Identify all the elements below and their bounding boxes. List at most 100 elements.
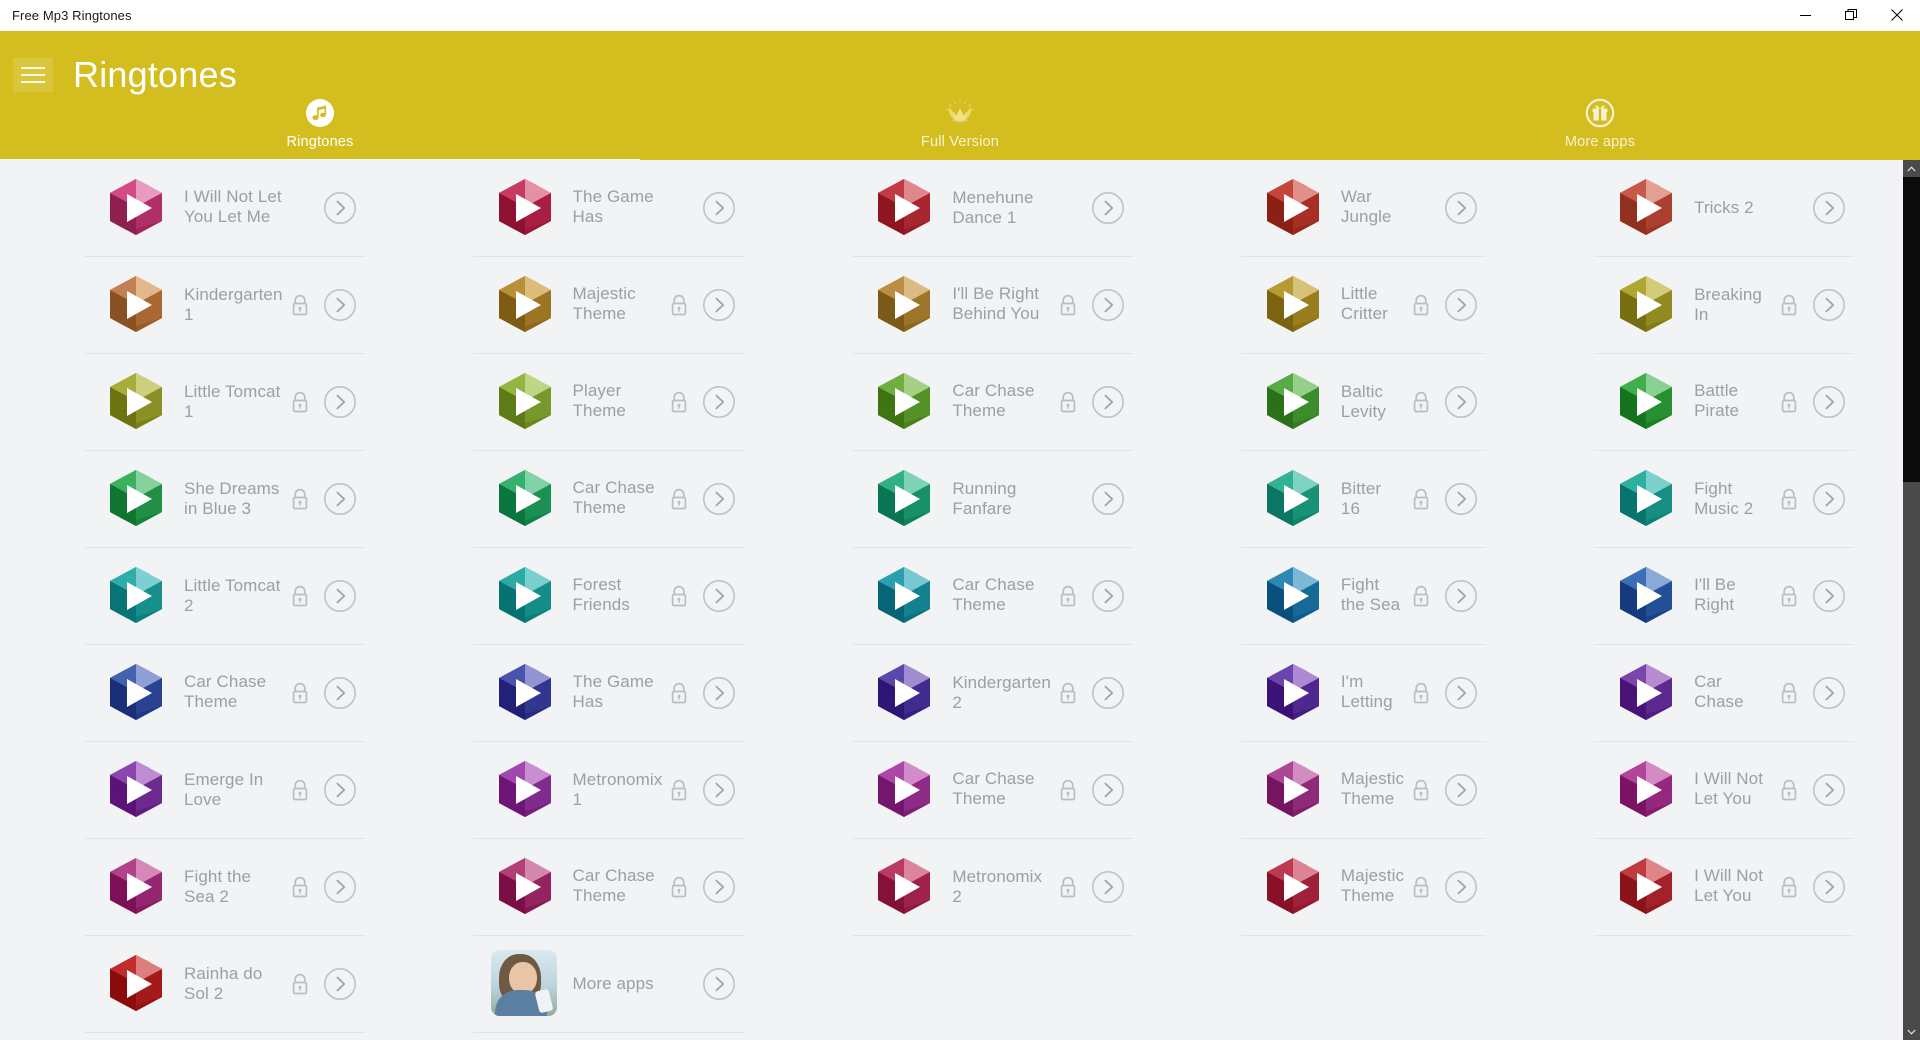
- ringtone-thumbnail[interactable]: [870, 853, 938, 921]
- ringtone-list-item[interactable]: Forest Friends Theme: [472, 548, 745, 645]
- scrollbar-thumb[interactable]: [1903, 177, 1920, 482]
- open-ringtone-button[interactable]: [323, 191, 357, 225]
- open-ringtone-button[interactable]: [1444, 288, 1478, 322]
- ringtone-list-item[interactable]: Running Fanfare: [852, 451, 1133, 548]
- ringtone-list-item[interactable]: Car Chase Theme Music: [84, 645, 365, 742]
- open-ringtone-button[interactable]: [323, 288, 357, 322]
- ringtone-list-item[interactable]: Car Chase Theme Music: [852, 742, 1133, 839]
- ringtone-thumbnail[interactable]: [1612, 756, 1680, 824]
- ringtone-thumbnail[interactable]: [1612, 659, 1680, 727]
- ringtone-thumbnail[interactable]: [1612, 271, 1680, 339]
- ringtone-thumbnail[interactable]: [102, 756, 170, 824]
- ringtone-thumbnail[interactable]: [491, 465, 559, 533]
- open-ringtone-button[interactable]: [323, 676, 357, 710]
- ringtone-thumbnail[interactable]: [1612, 368, 1680, 436]
- ringtone-thumbnail[interactable]: [102, 368, 170, 436]
- ringtone-thumbnail[interactable]: [1259, 756, 1327, 824]
- scrollbar-track[interactable]: [1903, 177, 1920, 1023]
- ringtone-list-item[interactable]: Fight the Sea 1: [1240, 548, 1487, 645]
- ringtone-list-item[interactable]: Majestic Theme Mus: [1240, 839, 1487, 936]
- tab-ringtones[interactable]: Ringtones: [0, 96, 640, 163]
- ringtone-thumbnail[interactable]: [870, 756, 938, 824]
- open-ringtone-button[interactable]: [323, 773, 357, 807]
- ringtone-thumbnail[interactable]: [491, 368, 559, 436]
- ringtone-list-item[interactable]: The Game Has Changed 2: [472, 645, 745, 742]
- open-ringtone-button[interactable]: [702, 482, 736, 516]
- tab-more-apps[interactable]: More apps: [1280, 96, 1920, 160]
- ringtone-list-item[interactable]: Rainha do Sol 2: [84, 936, 365, 1033]
- ringtone-list-item[interactable]: She Dreams in Blue 3: [84, 451, 365, 548]
- ringtone-list-item[interactable]: Car Chase Theme Music: [472, 839, 745, 936]
- ringtone-list-item[interactable]: I'm Letting Go: [1240, 645, 1487, 742]
- ringtone-list-item[interactable]: Bitter 16: [1240, 451, 1487, 548]
- ringtone-list-item[interactable]: Car Chase Theme Music: [852, 548, 1133, 645]
- open-ringtone-button[interactable]: [1812, 676, 1846, 710]
- ringtone-list-item[interactable]: War Jungle Theme Music: [1240, 160, 1487, 257]
- open-ringtone-button[interactable]: [1444, 579, 1478, 613]
- ringtone-list-item[interactable]: Player Theme Music: [472, 354, 745, 451]
- ringtone-thumbnail[interactable]: [1259, 368, 1327, 436]
- open-ringtone-button[interactable]: [323, 967, 357, 1001]
- ringtone-thumbnail[interactable]: [1259, 562, 1327, 630]
- ringtone-thumbnail[interactable]: [870, 562, 938, 630]
- open-ringtone-button[interactable]: [1091, 870, 1125, 904]
- open-ringtone-button[interactable]: [1444, 191, 1478, 225]
- open-ringtone-button[interactable]: [1812, 482, 1846, 516]
- ringtone-thumbnail[interactable]: [491, 562, 559, 630]
- close-button[interactable]: [1874, 0, 1920, 31]
- open-ringtone-button[interactable]: [702, 579, 736, 613]
- ringtone-thumbnail[interactable]: [870, 465, 938, 533]
- ringtone-thumbnail[interactable]: [1259, 465, 1327, 533]
- open-ringtone-button[interactable]: [1812, 385, 1846, 419]
- ringtone-thumbnail[interactable]: [491, 853, 559, 921]
- ringtone-list-item[interactable]: Tricks 2: [1594, 160, 1855, 257]
- open-ringtone-button[interactable]: [1091, 676, 1125, 710]
- ringtone-list-item[interactable]: I'll Be Right Behind You Josephine 2: [1594, 548, 1855, 645]
- open-ringtone-button[interactable]: [1812, 288, 1846, 322]
- ringtone-list-item[interactable]: Fight Music 2: [1594, 451, 1855, 548]
- open-ringtone-button[interactable]: [1444, 870, 1478, 904]
- ringtone-thumbnail[interactable]: [870, 659, 938, 727]
- ringtone-thumbnail[interactable]: [102, 562, 170, 630]
- ringtone-thumbnail[interactable]: [102, 659, 170, 727]
- ringtone-list-item[interactable]: Car Chase Theme Music: [852, 354, 1133, 451]
- ringtone-thumbnail[interactable]: [870, 174, 938, 242]
- minimize-button[interactable]: [1782, 0, 1828, 31]
- open-ringtone-button[interactable]: [323, 385, 357, 419]
- ringtone-list-item[interactable]: I Will Not Let You Let Me Down 3: [1594, 839, 1855, 936]
- open-ringtone-button[interactable]: [1812, 191, 1846, 225]
- ringtone-list-item[interactable]: Car Chase Theme Music: [472, 451, 745, 548]
- open-ringtone-button[interactable]: [702, 870, 736, 904]
- ringtone-list-item[interactable]: I Will Not Let You Let Me Down 1: [84, 160, 365, 257]
- open-ringtone-button[interactable]: [1091, 773, 1125, 807]
- ringtone-list-item[interactable]: Little Critter Short Theme Music: [1240, 257, 1487, 354]
- ringtone-thumbnail[interactable]: [491, 271, 559, 339]
- ringtone-list-item[interactable]: Little Tomcat 1: [84, 354, 365, 451]
- ringtone-thumbnail[interactable]: [1259, 271, 1327, 339]
- ringtone-thumbnail[interactable]: [1259, 174, 1327, 242]
- open-ringtone-button[interactable]: [1812, 773, 1846, 807]
- open-ringtone-button[interactable]: [1091, 482, 1125, 516]
- open-ringtone-button[interactable]: [1444, 773, 1478, 807]
- ringtone-thumbnail[interactable]: [102, 174, 170, 242]
- open-ringtone-button[interactable]: [323, 870, 357, 904]
- open-ringtone-button[interactable]: [1091, 191, 1125, 225]
- open-ringtone-button[interactable]: [702, 773, 736, 807]
- ringtone-thumbnail[interactable]: [491, 174, 559, 242]
- open-ringtone-button[interactable]: [1812, 579, 1846, 613]
- ringtone-thumbnail[interactable]: [491, 659, 559, 727]
- ringtone-list-item[interactable]: Majestic Theme Mus: [472, 257, 745, 354]
- ringtone-list-item[interactable]: Emerge In Love: [84, 742, 365, 839]
- ringtone-list-item[interactable]: Menehune Dance 1: [852, 160, 1133, 257]
- open-ringtone-button[interactable]: [702, 191, 736, 225]
- open-ringtone-button[interactable]: [1091, 288, 1125, 322]
- vertical-scrollbar[interactable]: [1903, 160, 1920, 1040]
- ringtone-thumbnail[interactable]: [1259, 853, 1327, 921]
- open-ringtone-button[interactable]: [1444, 482, 1478, 516]
- open-ringtone-button[interactable]: [323, 579, 357, 613]
- ringtone-list-item[interactable]: Little Tomcat 2: [84, 548, 365, 645]
- ringtone-list-item[interactable]: Metronomix 1: [472, 742, 745, 839]
- ringtone-thumbnail[interactable]: [491, 756, 559, 824]
- ringtone-thumbnail[interactable]: [870, 271, 938, 339]
- ringtone-thumbnail[interactable]: [1259, 659, 1327, 727]
